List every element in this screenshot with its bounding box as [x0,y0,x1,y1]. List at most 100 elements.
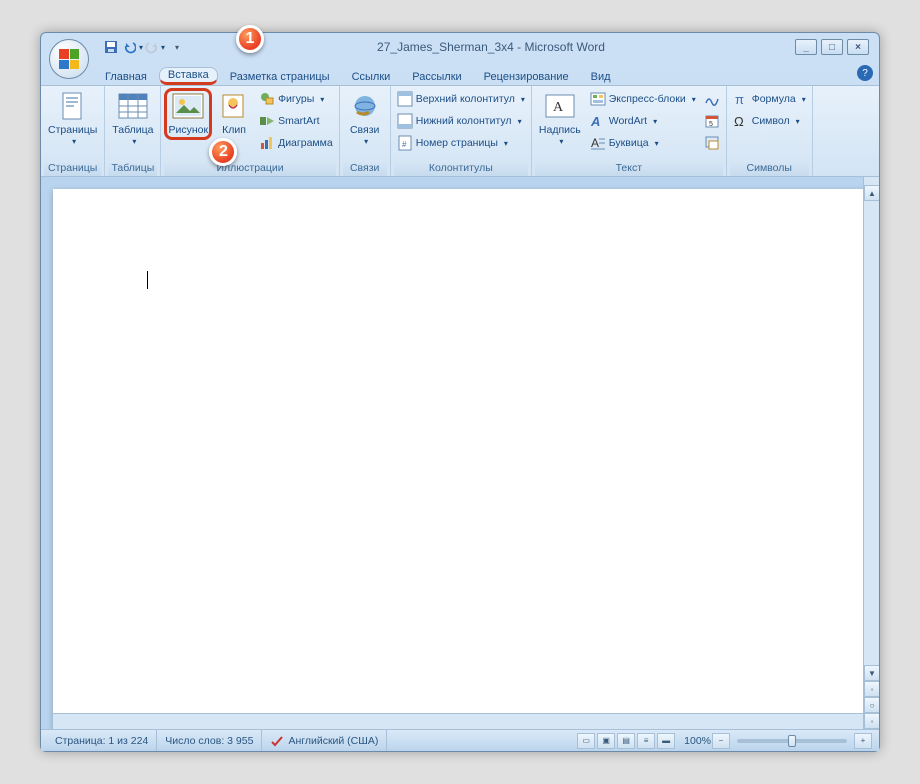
clip-art-button[interactable]: Клип [214,88,254,140]
zoom-slider[interactable] [737,739,847,743]
status-page[interactable]: Страница: 1 из 224 [47,730,157,751]
symbol-icon: Ω [733,113,749,129]
undo-icon [123,40,136,54]
help-button[interactable]: ? [857,65,873,81]
chart-icon [259,135,275,151]
scroll-down-button[interactable]: ▼ [864,665,879,681]
callout-1: 1 [236,25,264,53]
redo-icon [145,40,158,54]
picture-icon [172,91,204,123]
group-text: A Надпись Экспресс-блоки A WordArt A Бук… [532,86,727,176]
zoom-in-button[interactable]: + [854,733,872,749]
status-language[interactable]: Английский (США) [262,730,387,751]
clip-icon [218,91,250,123]
signature-icon [704,91,720,107]
equation-icon: π [733,91,749,107]
drop-cap-button[interactable]: A Буквица [587,132,699,154]
symbol-button[interactable]: Ω Символ [730,110,809,132]
svg-text:#: # [402,140,407,149]
textbox-button[interactable]: A Надпись [535,88,585,149]
page-number-button[interactable]: # Номер страницы [394,132,528,154]
svg-text:A: A [553,100,564,115]
dropcap-icon: A [590,135,606,151]
view-draft-button[interactable]: ▬ [657,733,675,749]
tab-home[interactable]: Главная [95,68,157,85]
ribbon-tabs: Главная Вставка Разметка страницы Ссылки… [95,61,879,85]
qat-redo-button[interactable] [145,37,165,57]
status-word-count[interactable]: Число слов: 3 955 [157,730,262,751]
title-bar: ▾ 27_James_Sherman_3x4 - Microsoft Word … [41,33,879,61]
group-tables: Таблица Таблицы [105,86,161,176]
horizontal-scrollbar[interactable] [53,713,863,729]
wordart-button[interactable]: A WordArt [587,110,699,132]
tab-page-layout[interactable]: Разметка страницы [220,68,340,85]
browse-object-button[interactable]: ○ [864,697,879,713]
wordart-icon: A [590,113,606,129]
group-symbols: π Формула Ω Символ Символы [727,86,813,176]
status-bar: Страница: 1 из 224 Число слов: 3 955 Анг… [41,729,879,751]
group-pages: Страницы Страницы [41,86,105,176]
tab-references[interactable]: Ссылки [342,68,401,85]
equation-button[interactable]: π Формула [730,88,809,110]
page-icon [57,91,89,123]
quickparts-icon [590,91,606,107]
object-icon [704,135,720,151]
insert-picture-button[interactable]: Рисунок [164,88,212,140]
svg-text:A: A [591,136,599,150]
document-page[interactable] [53,189,867,729]
footer-button[interactable]: Нижний колонтитул [394,110,528,132]
pages-button[interactable]: Страницы [44,88,101,149]
maximize-button[interactable]: □ [821,39,843,55]
table-button[interactable]: Таблица [108,88,157,149]
ribbon: Страницы Страницы Таблица Таблицы Рисуно… [41,85,879,177]
prev-page-button[interactable]: ◦ [864,681,879,697]
view-web-button[interactable]: ▤ [617,733,635,749]
svg-text:5: 5 [709,121,713,128]
smartart-button[interactable]: SmartArt [256,110,336,132]
object-button[interactable] [701,132,723,154]
spellcheck-icon [270,734,284,748]
office-button[interactable] [49,39,89,79]
chart-button[interactable]: Диаграмма [256,132,336,154]
qat-customize-button[interactable]: ▾ [167,37,187,57]
svg-text:Ω: Ω [734,114,744,129]
signature-line-button[interactable] [701,88,723,110]
next-page-button[interactable]: ◦ [864,713,879,729]
view-outline-button[interactable]: ≡ [637,733,655,749]
quick-parts-button[interactable]: Экспресс-блоки [587,88,699,110]
view-print-layout-button[interactable]: ▭ [577,733,595,749]
footer-icon [397,113,413,129]
header-button[interactable]: Верхний колонтитул [394,88,528,110]
textbox-icon: A [544,91,576,123]
shapes-icon [259,91,275,107]
smartart-icon [259,113,275,129]
text-cursor [147,271,148,289]
view-full-screen-button[interactable]: ▣ [597,733,615,749]
office-logo-icon [59,49,79,69]
table-icon [117,91,149,123]
tab-mailings[interactable]: Рассылки [402,68,471,85]
datetime-icon: 5 [704,113,720,129]
date-time-button[interactable]: 5 [701,110,723,132]
close-button[interactable]: × [847,39,869,55]
qat-save-button[interactable] [101,37,121,57]
svg-text:π: π [735,92,744,107]
qat-undo-button[interactable] [123,37,143,57]
tab-review[interactable]: Рецензирование [474,68,579,85]
save-icon [103,39,119,55]
svg-text:A: A [590,114,600,129]
links-button[interactable]: Связи [343,88,387,149]
tab-view[interactable]: Вид [581,68,621,85]
minimize-button[interactable]: _ [795,39,817,55]
document-area: ▲ ▼ ◦ ○ ◦ [41,177,879,729]
zoom-level[interactable]: 100% [684,735,711,747]
vertical-scrollbar[interactable]: ▲ ▼ ◦ ○ ◦ [863,177,879,729]
header-icon [397,91,413,107]
tab-insert[interactable]: Вставка [159,67,218,85]
shapes-button[interactable]: Фигуры [256,88,336,110]
scroll-up-button[interactable]: ▲ [864,185,879,201]
zoom-out-button[interactable]: − [712,733,730,749]
pagenum-icon: # [397,135,413,151]
group-links: Связи Связи [340,86,391,176]
hyperlink-icon [349,91,381,123]
